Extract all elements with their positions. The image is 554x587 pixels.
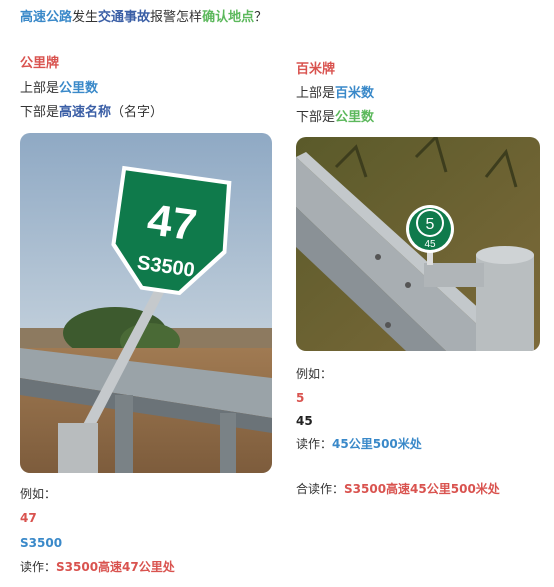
right-example-value1: 5	[296, 391, 305, 405]
left-line1-prefix: 上部是	[20, 81, 60, 96]
title-occur: 发生	[72, 10, 99, 25]
right-line2-value: 公里数	[335, 110, 375, 125]
left-read-line: 读作：S3500高速47公里处	[20, 559, 175, 575]
right-combined-line: 合读作：S3500高速45公里500米处	[296, 481, 500, 497]
title-question: ？	[254, 10, 268, 25]
sign-kilometer-small: 45	[424, 239, 436, 250]
right-heading: 百米牌	[296, 62, 336, 77]
right-line1-value: 百米数	[335, 86, 375, 101]
left-line2-value: 高速名称	[59, 105, 112, 120]
sign-hundred-meter-number: 5	[426, 216, 435, 233]
title-location: 确认地点	[202, 10, 255, 25]
right-line2-prefix: 下部是	[296, 110, 336, 125]
right-line1-prefix: 上部是	[296, 86, 336, 101]
page-title: 高速公路发生交通事故报警怎样确认地点？	[20, 9, 267, 26]
left-example-label: 例如：	[20, 487, 57, 501]
hundred-meter-sign-photo: 5 45	[296, 137, 540, 351]
sign-kilometer-number: 47	[144, 195, 199, 250]
left-line2-prefix: 下部是	[20, 105, 60, 120]
title-accident: 交通事故	[98, 10, 151, 25]
left-heading: 公里牌	[20, 56, 60, 71]
right-read-label: 读作：	[296, 437, 333, 451]
left-line1: 上部是公里数	[20, 80, 98, 97]
kilometer-sign-photo: 47 S3500	[20, 133, 272, 473]
left-line2: 下部是高速名称（名字）	[20, 104, 163, 121]
right-example-value2: 45	[296, 414, 313, 428]
right-line1: 上部是百米数	[296, 85, 374, 102]
right-example-label: 例如：	[296, 367, 333, 381]
right-read-line: 读作：45公里500米处	[296, 436, 422, 452]
left-example-value1: 47	[20, 511, 37, 525]
left-read-label: 读作：	[20, 560, 57, 574]
left-line1-value: 公里数	[59, 81, 99, 96]
right-combined-label: 合读作：	[296, 482, 345, 496]
left-line2-suffix: （名字）	[111, 105, 164, 120]
title-report: 报警怎样	[150, 10, 203, 25]
right-read-value: 45公里500米处	[332, 437, 422, 451]
right-line2: 下部是公里数	[296, 109, 374, 126]
title-highway: 高速公路	[20, 10, 73, 25]
left-example-value2: S3500	[20, 536, 63, 550]
right-combined-value: S3500高速45公里500米处	[344, 482, 500, 496]
left-read-value: S3500高速47公里处	[56, 560, 175, 574]
